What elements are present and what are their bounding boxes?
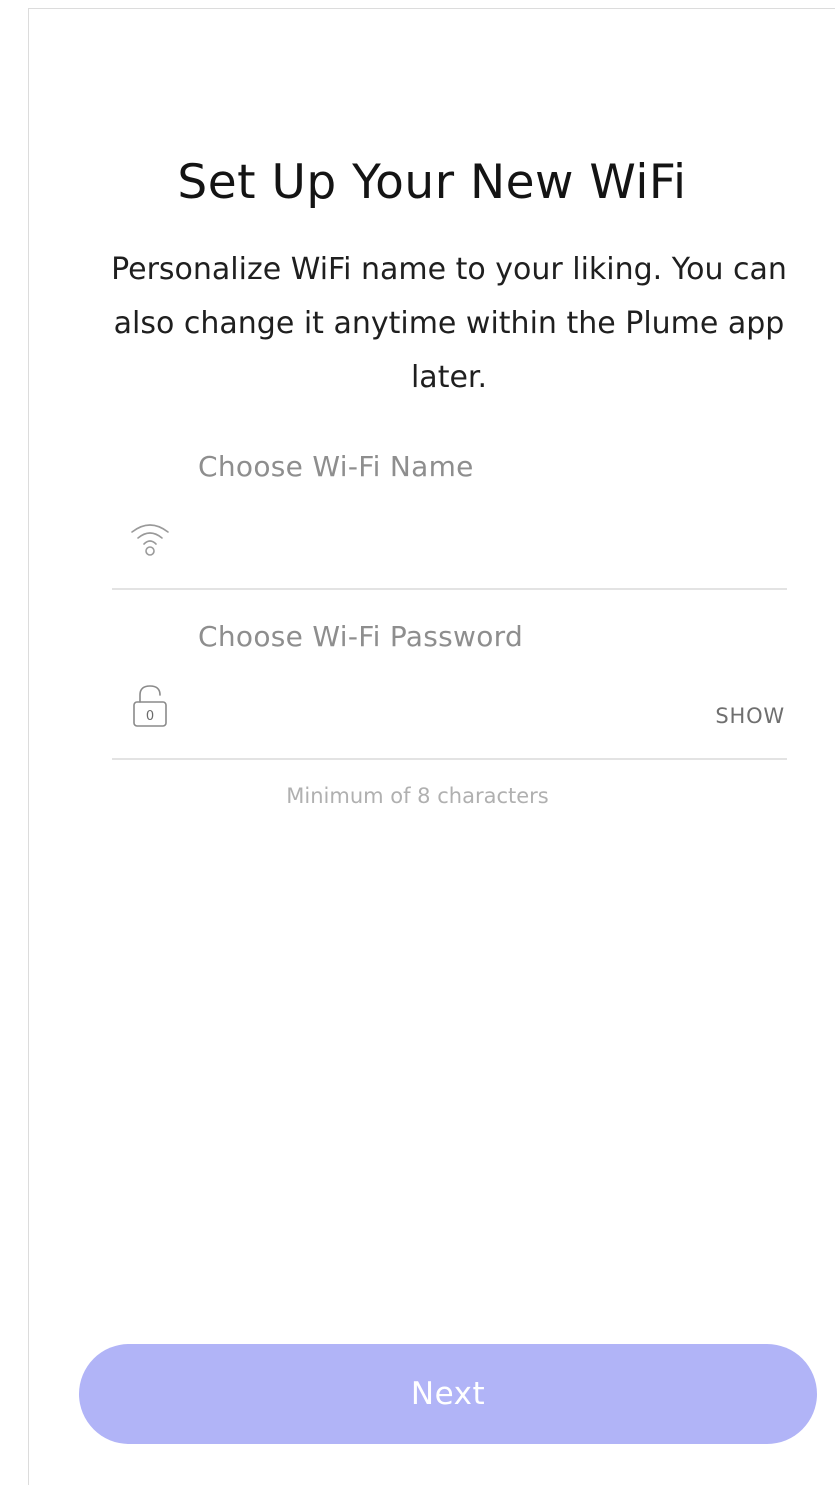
show-password-toggle[interactable]: SHOW	[715, 704, 785, 728]
wifi-name-label: Choose Wi-Fi Name	[198, 450, 474, 483]
page-subtitle: Personalize WiFi name to your liking. Yo…	[111, 252, 787, 395]
lock-icon: 0	[128, 682, 172, 727]
wifi-password-field[interactable]: Choose Wi-Fi Password 0 SHOW	[112, 610, 787, 760]
wifi-password-input[interactable]	[198, 688, 682, 740]
wifi-name-input[interactable]	[198, 518, 682, 570]
wifi-name-field[interactable]: Choose Wi-Fi Name	[112, 440, 787, 590]
wifi-icon	[128, 516, 172, 560]
page-title: Set Up Your New WiFi	[177, 155, 687, 210]
next-button-label: Next	[410, 1376, 486, 1412]
next-button[interactable]: Next	[79, 1344, 817, 1444]
wifi-password-label: Choose Wi-Fi Password	[198, 620, 524, 653]
password-hint: Minimum of 8 characters	[286, 784, 549, 808]
lock-digit: 0	[146, 709, 154, 724]
